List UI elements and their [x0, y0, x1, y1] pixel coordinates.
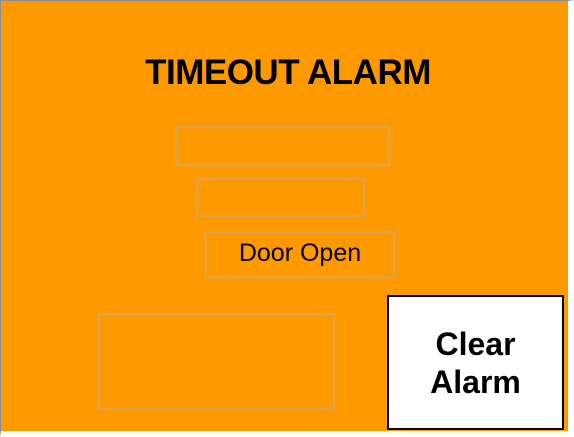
display-field-1	[175, 126, 390, 166]
display-field-4	[98, 313, 335, 410]
alarm-screen: TIMEOUT ALARM Door Open Clear Alarm	[0, 0, 574, 437]
door-status-display: Door Open	[205, 231, 395, 278]
clear-alarm-label-line-2: Alarm	[430, 363, 521, 400]
clear-alarm-label-line-1: Clear	[435, 325, 516, 362]
clear-alarm-button[interactable]: Clear Alarm	[387, 295, 564, 430]
alarm-title: TIMEOUT ALARM	[145, 53, 431, 92]
display-field-2	[196, 178, 365, 217]
